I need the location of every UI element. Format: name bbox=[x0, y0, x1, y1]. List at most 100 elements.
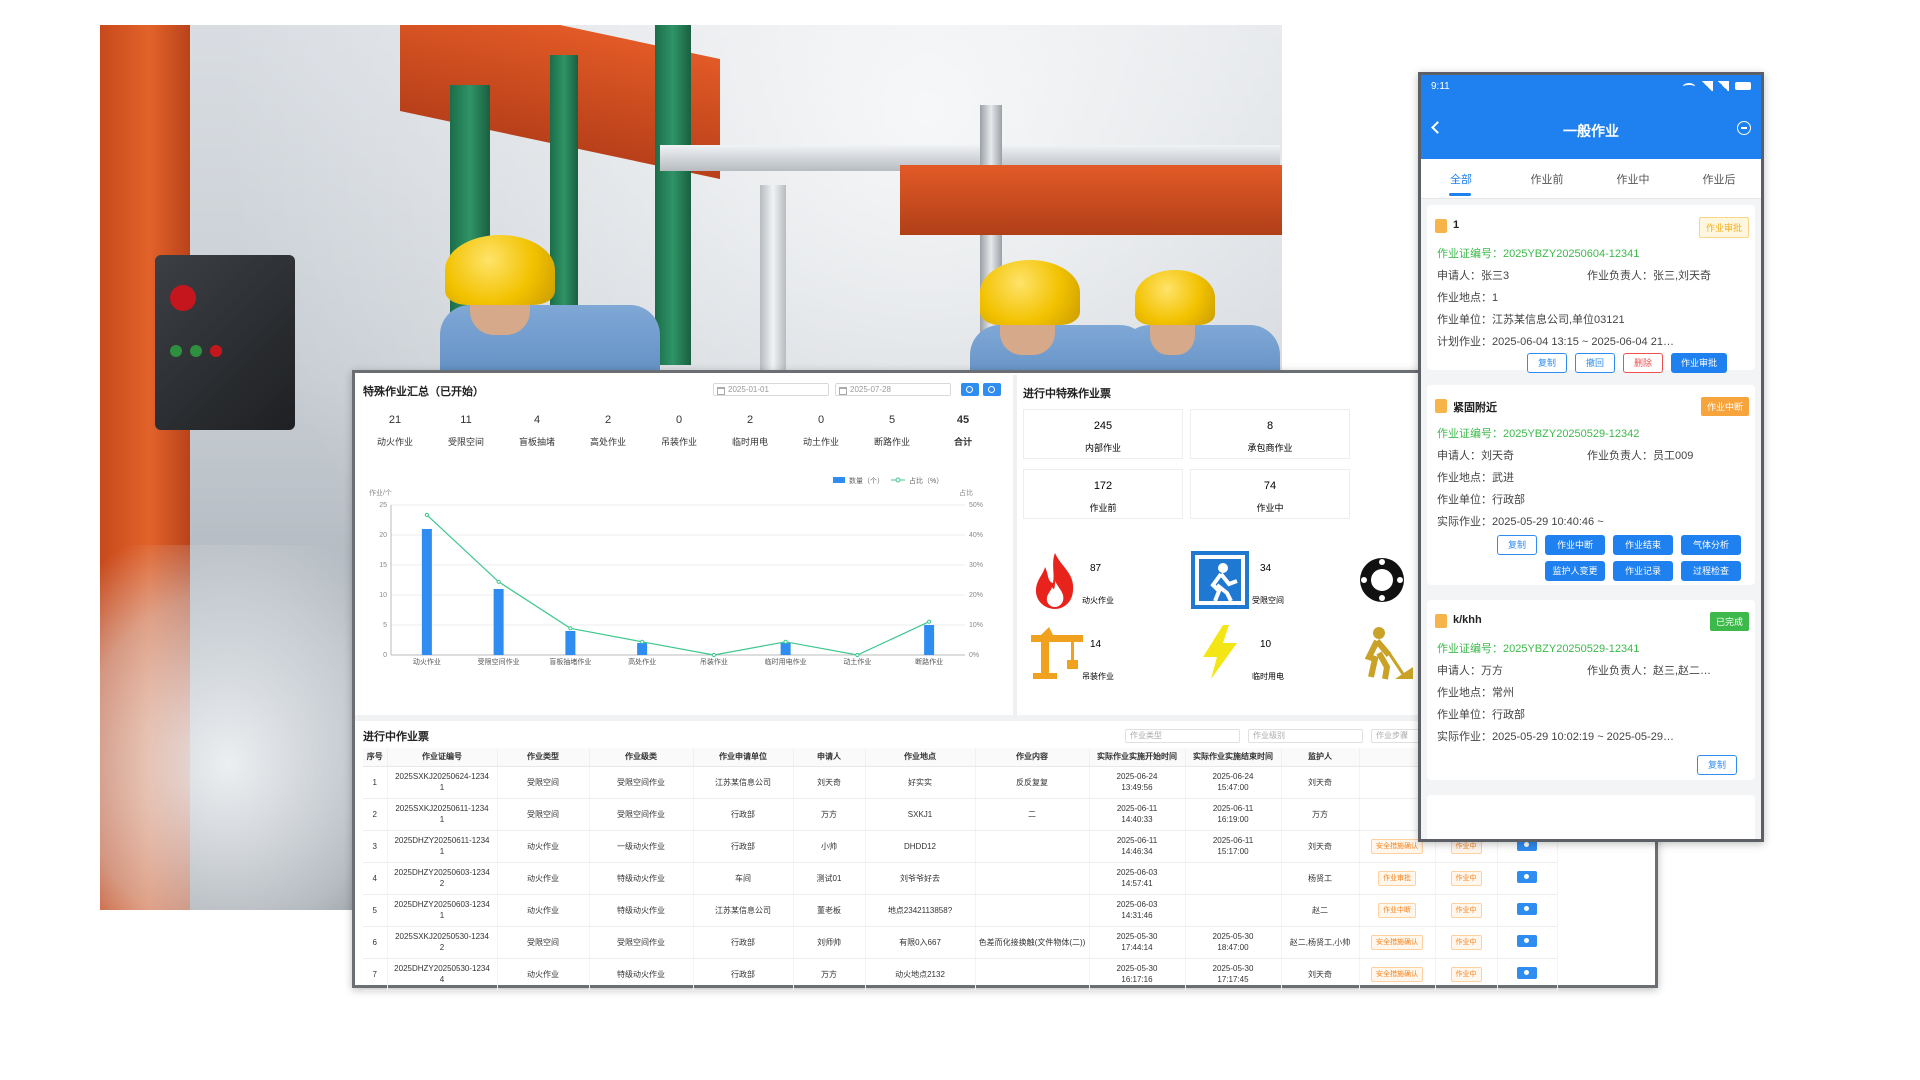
cell-end bbox=[1185, 894, 1282, 927]
filter-work-level[interactable]: 作业级别 bbox=[1248, 729, 1363, 743]
cell-level: 受限空间作业 bbox=[589, 766, 694, 799]
state-badge: 作业中 bbox=[1450, 870, 1482, 886]
cell-unit: 江苏某信息公司 bbox=[693, 766, 794, 799]
before-card[interactable]: 172 作业前 bbox=[1023, 469, 1183, 519]
cell-content: 反反复复 bbox=[975, 766, 1090, 799]
cell-no: 5 bbox=[363, 894, 388, 927]
cell-code: 2025DHZY20250603-1234 2 bbox=[387, 862, 498, 895]
copy-button[interactable]: 复制 bbox=[1697, 755, 1737, 775]
approve-button[interactable]: 作业审批 bbox=[1671, 353, 1727, 373]
confined-space-icon bbox=[1191, 551, 1249, 609]
search-button[interactable] bbox=[961, 383, 979, 396]
col-type: 作业类型 bbox=[497, 748, 590, 767]
work-card[interactable]: 1 作业审批 作业证编号：2025YBZY20250604-12341 申请人：… bbox=[1427, 205, 1755, 373]
table-row[interactable]: 4 2025DHZY20250603-1234 2 动火作业 特级动火作业 车间 测试01… bbox=[363, 862, 1558, 895]
card-title: 1 bbox=[1453, 219, 1460, 231]
cell-type: 动火作业 bbox=[497, 862, 590, 895]
stat-label: 断路作业 bbox=[873, 437, 910, 447]
work-record-button[interactable]: 作业记录 bbox=[1613, 561, 1673, 581]
in-progress-title: 进行中特殊作业票 bbox=[1023, 388, 1111, 400]
more-icon[interactable] bbox=[1737, 121, 1751, 135]
stat-label: 临时用电 bbox=[731, 437, 768, 447]
cell-applicant: 万方 bbox=[793, 958, 866, 991]
interrupt-button[interactable]: 作业中断 bbox=[1545, 535, 1605, 555]
process-check-button[interactable]: 过程检查 bbox=[1681, 561, 1741, 581]
fire-icon bbox=[1035, 553, 1074, 609]
table-row[interactable]: 2 2025SXKJ20250611-1234 1 受限空间 受限空间作业 行政部 万方 S… bbox=[363, 798, 1558, 831]
cell-type: 动火作业 bbox=[497, 830, 590, 863]
work-card[interactable]: k/khh 已完成 作业证编号：2025YBZY20250529-12341 申… bbox=[1427, 600, 1755, 780]
table-row[interactable]: 3 2025DHZY20250611-1234 1 动火作业 一级动火作业 行政部 小帅 D… bbox=[363, 830, 1558, 863]
cell-guard: 赵二 bbox=[1281, 894, 1360, 927]
cell-start: 2025-06-11 14:40:33 bbox=[1089, 798, 1186, 831]
stat-value: 0 bbox=[675, 414, 683, 426]
cell-state: 作业中 bbox=[1435, 958, 1498, 991]
tab-bar: 全部 作业前 作业中 作业后 bbox=[1421, 159, 1761, 199]
table-row[interactable]: 1 2025SXKJ20250624-1234 1 受限空间 受限空间作业 江苏某信息公… bbox=[363, 766, 1558, 799]
cell-step: 作业中断 bbox=[1359, 894, 1436, 927]
fire-count: 87 bbox=[1090, 563, 1102, 574]
tab-after[interactable]: 作业后 bbox=[1679, 171, 1759, 187]
during-card[interactable]: 74 作业中 bbox=[1190, 469, 1350, 519]
blind-plate-icon bbox=[1360, 558, 1404, 602]
cell-type: 受限空间 bbox=[497, 766, 590, 799]
cell-end: 2025-06-11 16:19:00 bbox=[1185, 798, 1282, 831]
cell-applicant: 刘天奇 bbox=[793, 766, 866, 799]
gas-analysis-button[interactable]: 气体分析 bbox=[1681, 535, 1741, 555]
place: 作业地点：常州 bbox=[1437, 687, 1514, 699]
bar bbox=[493, 589, 504, 655]
table-row[interactable]: 5 2025DHZY20250603-1234 1 动火作业 特级动火作业 江苏某信息公… bbox=[363, 894, 1558, 927]
cell-unit: 江苏某信息公司 bbox=[693, 894, 794, 927]
finish-button[interactable]: 作业结束 bbox=[1613, 535, 1673, 555]
work-card[interactable]: 紧固附近 作业中断 作业证编号：2025YBZY20250529-12342 申… bbox=[1427, 385, 1755, 585]
copy-button[interactable]: 复制 bbox=[1527, 353, 1567, 373]
col-content: 作业内容 bbox=[975, 748, 1090, 767]
view-button[interactable] bbox=[1517, 902, 1537, 915]
cell-start: 2025-05-30 16:17:16 bbox=[1089, 958, 1186, 991]
stat-value: 0 bbox=[817, 414, 825, 426]
crane-icon bbox=[1031, 627, 1083, 679]
view-button[interactable] bbox=[1517, 966, 1537, 979]
withdraw-button[interactable]: 撤回 bbox=[1575, 353, 1615, 373]
bar bbox=[637, 643, 648, 655]
cell-state: 作业中 bbox=[1435, 926, 1498, 959]
cell-no: 7 bbox=[363, 958, 388, 991]
tab-before[interactable]: 作业前 bbox=[1507, 171, 1587, 187]
y2-tick-label: 40% bbox=[969, 532, 983, 539]
electric-label: 临时用电 bbox=[1252, 672, 1284, 681]
end-date-input[interactable]: 2025-07-28 bbox=[835, 383, 951, 396]
cell-level: 特级动火作业 bbox=[589, 894, 694, 927]
applicant: 申请人：万方 bbox=[1437, 665, 1503, 677]
work-ticket-table: 序号 作业证编号 作业类型 作业级类 作业申请单位 申请人 作业地点 作业内容 … bbox=[363, 748, 1558, 991]
contractor-card[interactable]: 8 承包商作业 bbox=[1190, 409, 1350, 459]
col-level: 作业级类 bbox=[589, 748, 694, 767]
view-button[interactable] bbox=[1517, 934, 1537, 947]
view-button[interactable] bbox=[1517, 870, 1537, 883]
guardian-change-button[interactable]: 监护人变更 bbox=[1545, 561, 1605, 581]
col-guard: 监护人 bbox=[1281, 748, 1360, 767]
cert-number: 作业证编号：2025YBZY20250529-12342 bbox=[1437, 428, 1640, 440]
bar bbox=[421, 529, 432, 655]
lightning-icon bbox=[1203, 625, 1237, 679]
leader: 作业负责人：赵三,赵二… bbox=[1587, 665, 1712, 677]
delete-button[interactable]: 删除 bbox=[1623, 353, 1663, 373]
stat-label: 吊装作业 bbox=[660, 437, 697, 447]
filter-work-type[interactable]: 作业类型 bbox=[1125, 729, 1240, 743]
stat-value-total: 45 bbox=[956, 414, 970, 426]
start-date-input[interactable]: 2025-01-01 bbox=[713, 383, 829, 396]
reset-button[interactable] bbox=[983, 383, 1001, 396]
copy-button[interactable]: 复制 bbox=[1497, 535, 1537, 555]
tab-all[interactable]: 全部 bbox=[1421, 171, 1501, 187]
table-row[interactable]: 6 2025SXKJ20250530-1234 2 受限空间 受限空间作业 行政部 刘师帅… bbox=[363, 926, 1558, 959]
tab-during[interactable]: 作业中 bbox=[1593, 171, 1673, 187]
cell-applicant: 测试01 bbox=[793, 862, 866, 895]
work-card[interactable] bbox=[1427, 795, 1755, 839]
cell-type: 动火作业 bbox=[497, 958, 590, 991]
cell-place: SXKJ1 bbox=[865, 798, 976, 831]
cell-no: 4 bbox=[363, 862, 388, 895]
internal-card[interactable]: 245 内部作业 bbox=[1023, 409, 1183, 459]
before-label: 作业前 bbox=[1089, 503, 1117, 513]
table-row[interactable]: 7 2025DHZY20250530-1234 4 动火作业 特级动火作业 行政部 万方动… bbox=[363, 958, 1558, 991]
cell-level: 受限空间作业 bbox=[589, 926, 694, 959]
y2-tick-label: 0% bbox=[969, 652, 979, 659]
